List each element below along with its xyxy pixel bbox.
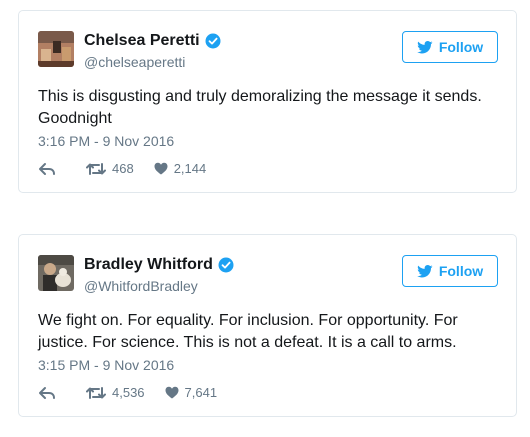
retweet-button[interactable]: 4,536	[86, 385, 145, 400]
name-row: Chelsea Peretti	[84, 31, 221, 51]
tweet-timestamp[interactable]: 3:15 PM - 9 Nov 2016	[38, 357, 174, 373]
heart-icon	[165, 386, 179, 399]
verified-badge-icon	[205, 33, 221, 49]
heart-icon	[154, 162, 168, 175]
tweet-actions: 4,536 7,641	[38, 385, 237, 400]
like-count: 2,144	[173, 161, 207, 176]
like-button[interactable]: 7,641	[165, 385, 218, 400]
tweet-card: Chelsea Peretti @chelseaperetti Follow T…	[18, 10, 517, 193]
reply-icon	[39, 162, 55, 175]
like-button[interactable]: 2,144	[154, 161, 207, 176]
twitter-bird-icon	[417, 40, 433, 53]
follow-label: Follow	[438, 39, 484, 55]
follow-button[interactable]: Follow	[402, 255, 498, 287]
follow-label: Follow	[438, 263, 484, 279]
reply-button[interactable]	[38, 386, 62, 400]
user-handle[interactable]: @WhitfordBradley	[84, 278, 198, 294]
reply-button[interactable]	[38, 162, 62, 176]
display-name[interactable]: Chelsea Peretti	[84, 32, 200, 50]
user-handle[interactable]: @chelseaperetti	[84, 54, 185, 70]
like-count: 7,641	[184, 385, 218, 400]
avatar[interactable]	[38, 255, 74, 291]
twitter-bird-icon	[417, 264, 433, 277]
reply-icon	[39, 386, 55, 399]
retweet-count: 4,536	[112, 385, 145, 400]
avatar[interactable]	[38, 31, 74, 67]
retweet-icon	[86, 162, 106, 175]
display-name[interactable]: Bradley Whitford	[84, 256, 213, 274]
name-row: Bradley Whitford	[84, 255, 234, 275]
follow-button[interactable]: Follow	[402, 31, 498, 63]
tweet-timestamp[interactable]: 3:16 PM - 9 Nov 2016	[38, 133, 174, 149]
tweet-text: This is disgusting and truly demoralizin…	[38, 88, 482, 127]
tweet-actions: 468 2,144	[38, 161, 226, 176]
tweet-card: Bradley Whitford @WhitfordBradley Follow…	[18, 234, 517, 417]
tweet-text: We fight on. For equality. For inclusion…	[38, 312, 458, 351]
verified-badge-icon	[218, 257, 234, 273]
retweet-icon	[86, 386, 106, 399]
retweet-count: 468	[112, 161, 134, 176]
retweet-button[interactable]: 468	[86, 161, 134, 176]
